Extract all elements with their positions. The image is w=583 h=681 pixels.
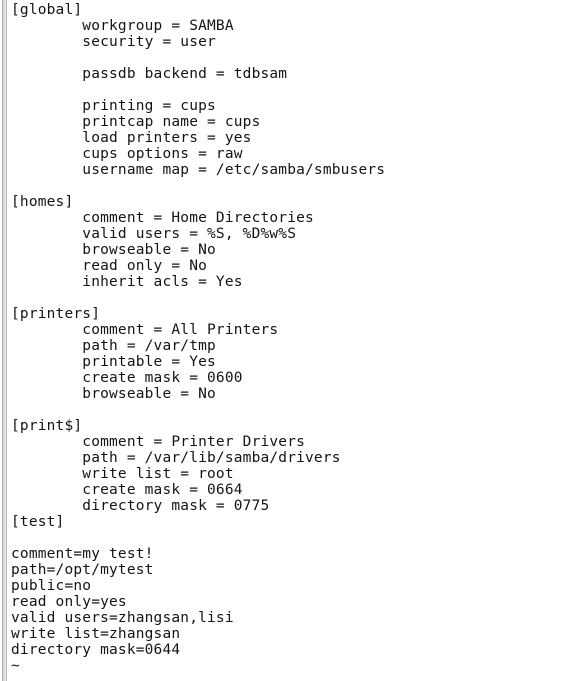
code-line[interactable]: browseable = No [11,242,581,258]
code-line[interactable]: path = /var/lib/samba/drivers [11,450,581,466]
blank-line[interactable] [11,178,581,194]
blank-line[interactable] [11,290,581,306]
code-line[interactable]: comment = Printer Drivers [11,434,581,450]
code-line[interactable]: cups options = raw [11,146,581,162]
code-line[interactable]: write list=zhangsan [11,626,581,642]
code-line[interactable]: read only=yes [11,594,581,610]
code-line[interactable]: [global] [11,2,581,18]
code-line[interactable]: workgroup = SAMBA [11,18,581,34]
code-line[interactable]: directory mask = 0775 [11,498,581,514]
code-line[interactable]: valid users = %S, %D%w%S [11,226,581,242]
code-line[interactable]: directory mask=0644 [11,642,581,658]
scrollbar-track[interactable] [1,0,8,681]
vertical-scrollbar[interactable] [0,0,9,681]
code-line[interactable]: create mask = 0600 [11,370,581,386]
code-line[interactable]: public=no [11,578,581,594]
code-line[interactable]: path = /var/tmp [11,338,581,354]
text-buffer[interactable]: [global] workgroup = SAMBA security = us… [11,2,581,680]
code-line[interactable]: path=/opt/mytest [11,562,581,578]
blank-line[interactable] [11,402,581,418]
code-line[interactable]: printable = Yes [11,354,581,370]
code-line[interactable]: read only = No [11,258,581,274]
code-line[interactable]: create mask = 0664 [11,482,581,498]
code-line[interactable]: inherit acls = Yes [11,274,581,290]
code-line[interactable]: browseable = No [11,386,581,402]
code-line[interactable]: comment = All Printers [11,322,581,338]
code-line[interactable]: valid users=zhangsan,lisi [11,610,581,626]
text-editor-window: [global] workgroup = SAMBA security = us… [0,0,583,681]
code-line[interactable]: [printers] [11,306,581,322]
code-line[interactable]: comment = Home Directories [11,210,581,226]
code-line[interactable]: [test] [11,514,581,530]
code-line[interactable]: username map = /etc/samba/smbusers [11,162,581,178]
code-line[interactable]: comment=my test! [11,546,581,562]
blank-line[interactable] [11,82,581,98]
code-line[interactable]: passdb backend = tdbsam [11,66,581,82]
code-line[interactable]: printing = cups [11,98,581,114]
blank-line[interactable] [11,530,581,546]
code-line[interactable]: security = user [11,34,581,50]
blank-line[interactable] [11,50,581,66]
code-line[interactable]: [print$] [11,418,581,434]
code-line[interactable]: write list = root [11,466,581,482]
code-line[interactable]: [homes] [11,194,581,210]
code-line[interactable]: ~ [11,658,581,674]
code-line[interactable]: printcap name = cups [11,114,581,130]
code-line[interactable]: load printers = yes [11,130,581,146]
